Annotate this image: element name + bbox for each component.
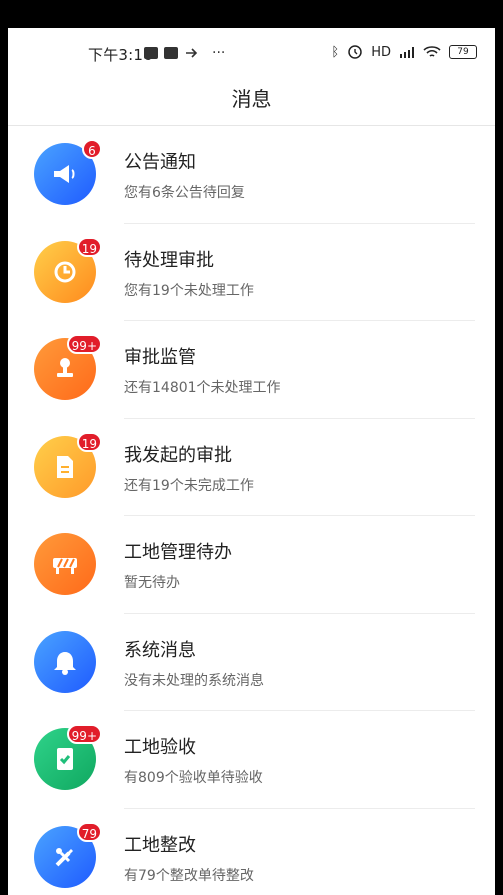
tools-icon: 79 <box>34 821 102 888</box>
bell-icon <box>34 630 96 693</box>
list-item-my-approvals[interactable]: 19 我发起的审批 还有19个未完成工作 <box>8 419 495 517</box>
megaphone-icon: 6 <box>34 139 102 205</box>
badge: 79 <box>76 821 102 842</box>
item-title: 待处理审批 <box>124 249 214 271</box>
list-item-announcement[interactable]: 6 公告通知 您有6条公告待回复 <box>8 126 495 224</box>
item-subtitle: 您有19个未处理工作 <box>124 282 254 299</box>
item-subtitle: 还有19个未完成工作 <box>124 477 254 494</box>
link-icon <box>186 48 198 58</box>
badge: 99+ <box>66 334 102 354</box>
item-title: 公告通知 <box>124 152 196 173</box>
item-subtitle: 有79个整改单待整改 <box>124 867 254 884</box>
battery-indicator: 79 <box>449 45 477 59</box>
item-subtitle: 没有未处理的系统消息 <box>124 672 264 689</box>
stamp-icon: 99+ <box>34 334 102 400</box>
badge: 19 <box>76 431 102 452</box>
item-title: 工地整改 <box>124 834 196 856</box>
list-item-approval-supervision[interactable]: 99+ 审批监管 还有14801个未处理工作 <box>8 321 495 419</box>
item-title: 工地管理待办 <box>124 542 232 563</box>
document-icon: 19 <box>34 431 102 498</box>
status-left-icons: ··· <box>144 45 226 61</box>
network-text: HD <box>371 44 391 60</box>
item-subtitle: 您有6条公告待回复 <box>124 185 245 201</box>
list-item-system-messages[interactable]: 系统消息 没有未处理的系统消息 <box>8 614 495 712</box>
item-subtitle: 有809个验收单待验收 <box>124 770 263 786</box>
item-title: 工地验收 <box>124 737 196 758</box>
item-title: 审批监管 <box>124 347 196 368</box>
page-title: 消息 <box>231 87 272 111</box>
list-item-site-todo[interactable]: 工地管理待办 暂无待办 <box>8 516 495 614</box>
status-right-icons: ᛒ HD 79 <box>331 44 477 60</box>
message-icon <box>144 47 158 59</box>
more-icon: ··· <box>212 45 226 61</box>
list-item-site-acceptance[interactable]: 99+ 工地验收 有809个验收单待验收 <box>8 711 495 809</box>
item-title: 系统消息 <box>124 639 196 661</box>
status-bar: 下午3:16 ··· ᛒ HD 79 <box>8 28 495 82</box>
item-subtitle: 暂无待办 <box>124 575 180 591</box>
item-title: 我发起的审批 <box>124 444 232 466</box>
item-subtitle: 还有14801个未处理工作 <box>124 380 281 396</box>
wifi-icon <box>423 46 441 57</box>
alarm-icon <box>348 45 362 59</box>
list-item-site-rectification[interactable]: 79 工地整改 有79个整改单待整改 <box>8 809 495 895</box>
bluetooth-icon: ᛒ <box>331 44 340 60</box>
barrier-icon <box>34 533 96 595</box>
badge: 99+ <box>66 724 102 744</box>
message-list: 6 公告通知 您有6条公告待回复 19 待处理审批 您有19个未处理工作 99+… <box>8 126 495 895</box>
clock-refresh-icon: 19 <box>34 236 102 303</box>
list-item-pending-approval[interactable]: 19 待处理审批 您有19个未处理工作 <box>8 224 495 322</box>
phone-screen: 下午3:16 ··· ᛒ HD 79 消息 6 公告通知 您有6条公告待回复 1… <box>8 28 495 895</box>
badge: 6 <box>82 139 102 159</box>
signal-icon <box>400 47 414 58</box>
checklist-icon: 99+ <box>34 724 102 790</box>
square-icon <box>164 47 178 59</box>
badge: 19 <box>76 236 102 257</box>
